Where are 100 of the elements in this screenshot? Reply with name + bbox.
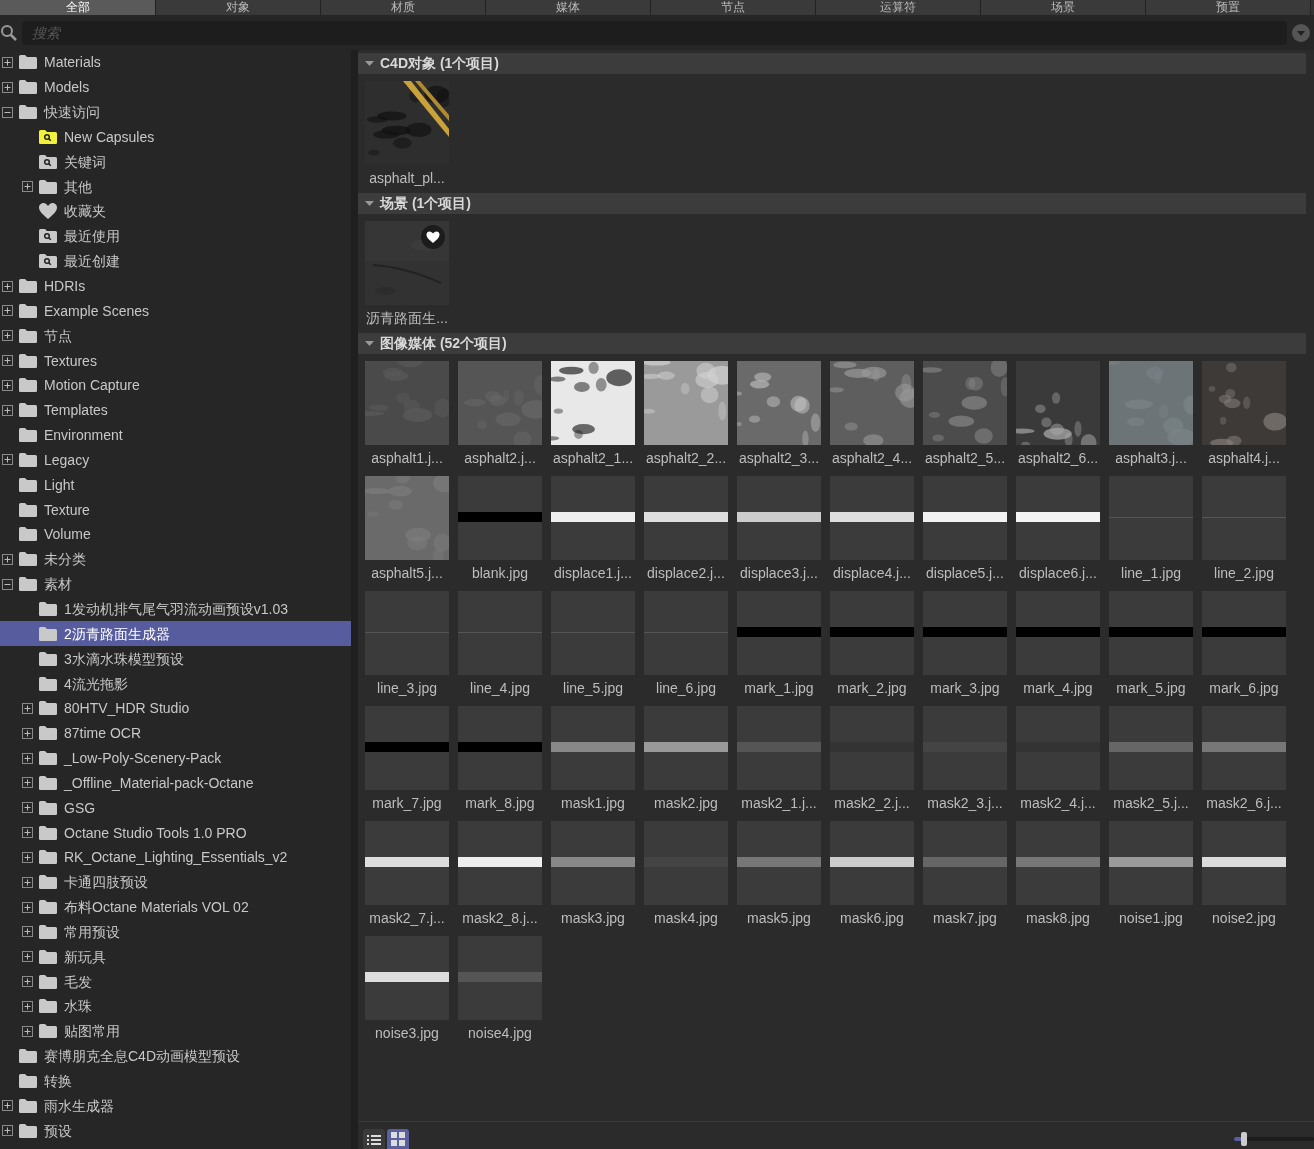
media-item[interactable]: asphalt5.j... <box>365 476 449 582</box>
expand-icon[interactable] <box>22 1001 33 1012</box>
media-item[interactable]: mark_8.jpg <box>458 706 542 812</box>
media-item[interactable]: mark_6.jpg <box>1202 591 1286 697</box>
expand-icon[interactable] <box>22 727 33 739</box>
expand-icon[interactable] <box>22 1025 33 1037</box>
media-item[interactable]: mask8.jpg <box>1016 821 1100 927</box>
media-item[interactable]: displace4.j... <box>830 476 914 582</box>
media-item[interactable]: mask6.jpg <box>830 821 914 927</box>
expand-icon[interactable] <box>22 851 33 863</box>
tree-item[interactable]: 2沥青路面生成器 <box>0 621 351 647</box>
zoom-slider[interactable] <box>1234 1132 1314 1146</box>
tab[interactable]: 全部 <box>0 0 156 15</box>
media-item[interactable]: asphalt2_4... <box>830 361 914 467</box>
media-item[interactable]: 沥青路面生... <box>365 221 449 327</box>
media-item[interactable]: noise2.jpg <box>1202 821 1286 927</box>
media-item[interactable]: mark_7.jpg <box>365 706 449 812</box>
expand-icon[interactable] <box>2 379 13 391</box>
tree-item[interactable]: 未分类 <box>0 546 351 572</box>
tab[interactable]: 节点 <box>651 0 816 15</box>
expand-icon[interactable] <box>22 951 33 963</box>
section-header[interactable]: 场景 (1个项目) <box>358 193 1306 214</box>
expand-icon[interactable] <box>2 404 13 416</box>
tab[interactable]: 材质 <box>321 0 486 15</box>
expand-icon[interactable] <box>2 553 13 565</box>
tree-item[interactable]: 常用预设 <box>0 919 351 945</box>
tree-item[interactable]: Environment <box>0 422 351 448</box>
tab[interactable]: 媒体 <box>486 0 651 15</box>
media-item[interactable]: noise4.jpg <box>458 936 542 1042</box>
media-item[interactable]: displace3.j... <box>737 476 821 582</box>
tree-item[interactable]: Legacy <box>0 447 351 473</box>
media-item[interactable]: mask2.jpg <box>644 706 728 812</box>
expand-icon[interactable] <box>22 181 33 193</box>
media-item[interactable]: asphalt2_6... <box>1016 361 1100 467</box>
tree-item[interactable]: 关键词 <box>0 149 351 175</box>
media-item[interactable]: line_4.jpg <box>458 591 542 697</box>
media-item[interactable]: asphalt2_3... <box>737 361 821 467</box>
tree-item[interactable]: 预设 <box>0 1118 351 1144</box>
tree-item[interactable]: Textures <box>0 348 351 373</box>
tree-item[interactable]: 87time OCR <box>0 720 351 746</box>
media-item[interactable]: line_5.jpg <box>551 591 635 697</box>
expand-icon[interactable] <box>22 901 33 913</box>
media-item[interactable]: asphalt2.j... <box>458 361 542 467</box>
media-item[interactable]: displace5.j... <box>923 476 1007 582</box>
tree-item[interactable]: Octane Studio Tools 1.0 PRO <box>0 820 351 845</box>
media-item[interactable]: line_1.jpg <box>1109 476 1193 582</box>
tree-item[interactable]: 1发动机排气尾气羽流动画预设v1.03 <box>0 596 351 622</box>
tree-item[interactable]: 布料Octane Materials VOL 02 <box>0 894 351 920</box>
media-item[interactable]: asphalt1.j... <box>365 361 449 467</box>
expand-icon[interactable] <box>2 355 13 367</box>
media-item[interactable]: asphalt2_1... <box>551 361 635 467</box>
media-item[interactable]: mark_2.jpg <box>830 591 914 697</box>
media-item[interactable]: displace2.j... <box>644 476 728 582</box>
tree-item[interactable]: 赛博朋克全息C4D动画模型预设 <box>0 1043 351 1069</box>
tree-item[interactable]: Templates <box>0 397 351 423</box>
media-item[interactable]: line_3.jpg <box>365 591 449 697</box>
section-header[interactable]: C4D对象 (1个项目) <box>358 53 1306 74</box>
list-view-button[interactable] <box>363 1129 385 1149</box>
tree-item[interactable]: 3水滴水珠模型预设 <box>0 646 351 672</box>
tab[interactable]: 场景 <box>981 0 1146 15</box>
media-item[interactable]: mask2_1.j... <box>737 706 821 812</box>
section-header[interactable]: 图像媒体 (52个项目) <box>358 333 1306 354</box>
media-item[interactable]: blank.jpg <box>458 476 542 582</box>
expand-icon[interactable] <box>2 1100 13 1112</box>
tree-item[interactable]: 80HTV_HDR Studio <box>0 695 351 721</box>
tree-item[interactable]: GSG <box>0 795 351 821</box>
tree-item[interactable]: Volume <box>0 522 351 547</box>
tree-item[interactable]: 节点 <box>0 323 351 349</box>
search-field[interactable]: 搜索 <box>22 20 1287 45</box>
tree-item[interactable]: _Offline_Material-pack-Octane <box>0 770 351 796</box>
grid-view-button[interactable] <box>387 1129 409 1149</box>
media-item[interactable]: asphalt_pl... <box>365 81 449 187</box>
tree-item[interactable]: HDRIs <box>0 273 351 299</box>
media-item[interactable]: mask3.jpg <box>551 821 635 927</box>
tree-item[interactable]: Materials <box>0 50 351 75</box>
media-item[interactable]: displace1.j... <box>551 476 635 582</box>
media-item[interactable]: mask2_3.j... <box>923 706 1007 812</box>
tree-item[interactable]: 最近使用 <box>0 223 351 249</box>
media-item[interactable]: mark_5.jpg <box>1109 591 1193 697</box>
tree-item[interactable]: Example Scenes <box>0 298 351 324</box>
tab[interactable]: 对象 <box>156 0 321 15</box>
tree-item[interactable]: 转换 <box>0 1068 351 1094</box>
media-item[interactable]: mask2_7.j... <box>365 821 449 927</box>
expand-icon[interactable] <box>2 280 13 292</box>
tree-item[interactable]: Motion Capture <box>0 372 351 398</box>
tree-item[interactable]: 最近创建 <box>0 248 351 274</box>
expand-icon[interactable] <box>2 81 13 93</box>
media-item[interactable]: mask2_2.j... <box>830 706 914 812</box>
media-item[interactable]: mark_4.jpg <box>1016 591 1100 697</box>
expand-icon[interactable] <box>22 752 33 764</box>
tree-item[interactable]: 贴图常用 <box>0 1018 351 1044</box>
media-item[interactable]: mask2_8.j... <box>458 821 542 927</box>
tree-item[interactable]: Light <box>0 472 351 498</box>
media-item[interactable]: mask2_5.j... <box>1109 706 1193 812</box>
tree-item[interactable]: 4流光拖影 <box>0 671 351 696</box>
expand-icon[interactable] <box>2 1125 13 1137</box>
media-item[interactable]: line_2.jpg <box>1202 476 1286 582</box>
media-item[interactable]: mask2_6.j... <box>1202 706 1286 812</box>
media-item[interactable]: mask1.jpg <box>551 706 635 812</box>
expand-icon[interactable] <box>22 802 33 814</box>
